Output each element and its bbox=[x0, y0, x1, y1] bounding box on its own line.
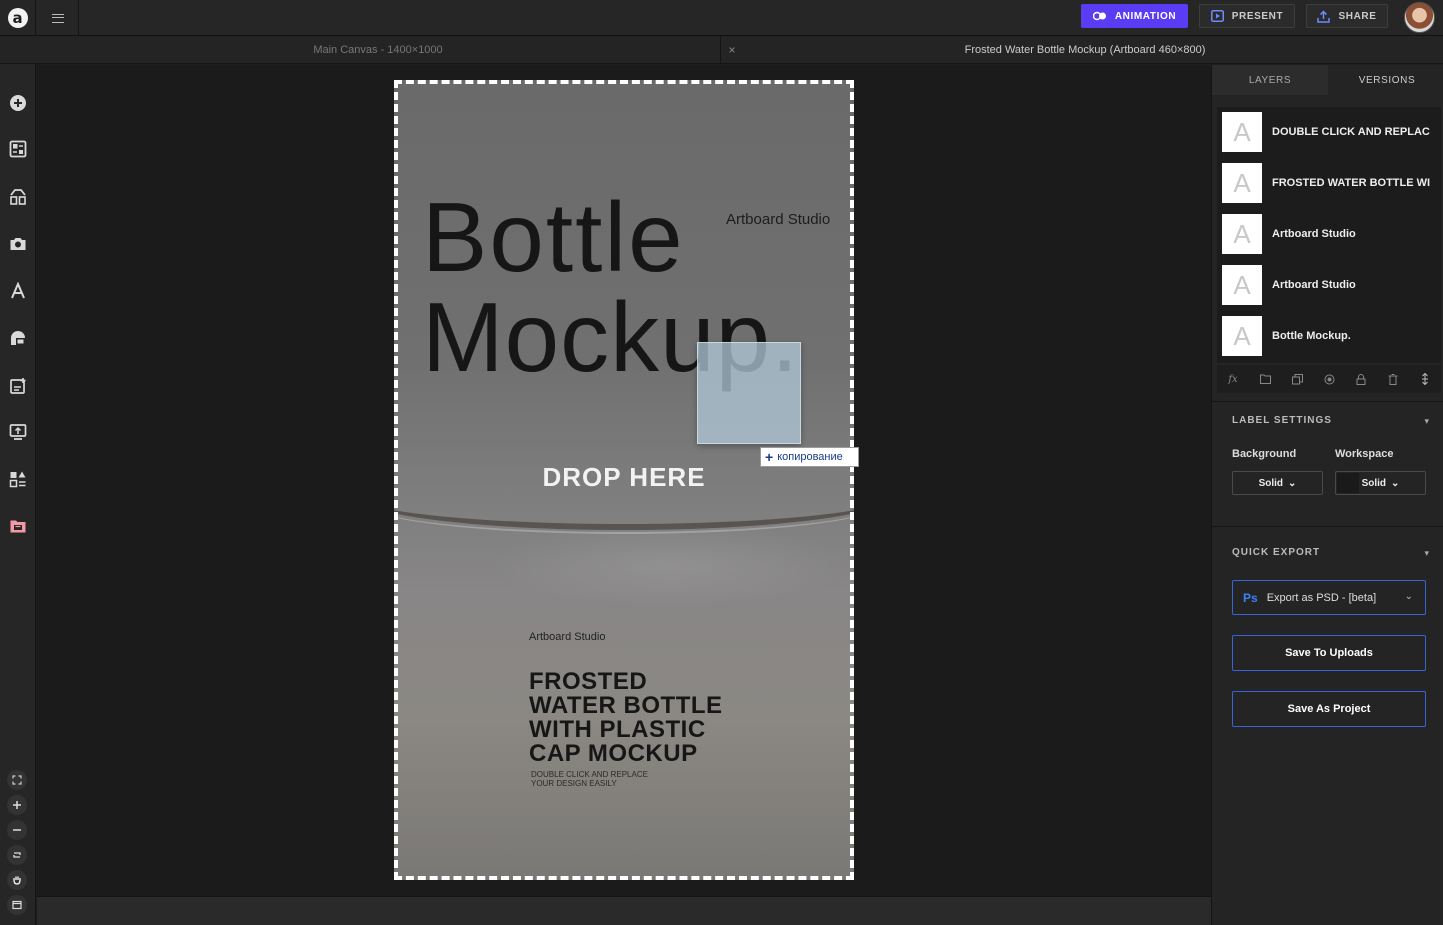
present-button[interactable]: PRESENT bbox=[1199, 4, 1295, 28]
collapse-icon[interactable]: ▾ bbox=[1424, 416, 1429, 427]
save-as-project-button[interactable]: Save As Project bbox=[1232, 691, 1426, 727]
layer-thumbnail: A bbox=[1222, 112, 1262, 152]
text-icon[interactable] bbox=[0, 275, 36, 307]
lock-icon[interactable] bbox=[1354, 372, 1368, 386]
layer-name: DOUBLE CLICK AND REPLAC bbox=[1272, 126, 1430, 138]
canvas-bottom-bar bbox=[37, 896, 1211, 925]
copy-tooltip-label: копирование bbox=[777, 451, 843, 463]
tab-main-canvas[interactable]: Main Canvas - 1400×1000 bbox=[36, 36, 721, 64]
tab-bar: Main Canvas - 1400×1000 × Frosted Water … bbox=[0, 36, 1443, 64]
fit-screen-icon[interactable] bbox=[7, 770, 27, 790]
elements-icon[interactable] bbox=[0, 181, 36, 213]
panel-divider bbox=[1212, 526, 1443, 527]
copy-tooltip: + копирование bbox=[760, 447, 859, 467]
menu-button[interactable] bbox=[37, 0, 79, 36]
share-label: SHARE bbox=[1338, 10, 1377, 22]
layer-item[interactable]: A Artboard Studio bbox=[1222, 214, 1441, 254]
duplicate-icon[interactable] bbox=[1290, 372, 1304, 386]
chevron-down-icon: ⌄ bbox=[1391, 477, 1400, 489]
app-logo[interactable]: a bbox=[0, 0, 36, 36]
plus-icon: + bbox=[765, 449, 774, 465]
templates-icon[interactable] bbox=[0, 133, 36, 165]
fx-icon[interactable]: fx bbox=[1226, 372, 1240, 386]
layer-thumbnail: A bbox=[1222, 316, 1262, 356]
collapse-icon[interactable]: ▾ bbox=[1424, 548, 1429, 559]
share-icon bbox=[1317, 9, 1331, 23]
shapes-icon[interactable] bbox=[0, 322, 36, 354]
layer-item[interactable]: A Artboard Studio bbox=[1222, 265, 1441, 305]
user-avatar[interactable] bbox=[1404, 2, 1435, 33]
layer-thumbnail: A bbox=[1222, 265, 1262, 305]
panel-divider bbox=[1212, 401, 1443, 402]
visibility-icon[interactable] bbox=[1322, 372, 1336, 386]
hamburger-icon bbox=[51, 13, 64, 23]
tab-artboard[interactable]: Frosted Water Bottle Mockup (Artboard 46… bbox=[742, 36, 1428, 64]
present-label: PRESENT bbox=[1231, 10, 1284, 22]
window-icon[interactable] bbox=[7, 895, 27, 915]
hand-icon[interactable] bbox=[7, 870, 27, 890]
add-icon[interactable] bbox=[0, 87, 36, 119]
label-settings-heading: LABEL SETTINGS bbox=[1232, 415, 1332, 426]
present-screen-icon[interactable] bbox=[0, 416, 36, 448]
background-label: Background bbox=[1232, 448, 1297, 460]
present-icon bbox=[1210, 10, 1224, 22]
photoshop-icon: Ps bbox=[1243, 590, 1258, 605]
photo-icon[interactable] bbox=[0, 228, 36, 260]
drop-zone-border[interactable] bbox=[394, 80, 854, 880]
layer-item[interactable]: A DOUBLE CLICK AND REPLAC bbox=[1222, 112, 1441, 152]
close-tab-icon[interactable]: × bbox=[722, 36, 742, 64]
chevron-down-icon: ⌄ bbox=[1288, 477, 1297, 489]
app-window: a ANIMATION PRESENT SHARE Main Canvas - … bbox=[0, 0, 1443, 925]
layout-icon[interactable] bbox=[0, 463, 36, 495]
logo-mark: a bbox=[7, 8, 28, 28]
folder-icon[interactable] bbox=[1258, 372, 1272, 386]
expand-icon[interactable] bbox=[1418, 372, 1432, 386]
animation-icon bbox=[1092, 11, 1106, 21]
export-format-value: Export as PSD - [beta] bbox=[1266, 591, 1377, 604]
save-to-uploads-button[interactable]: Save To Uploads bbox=[1232, 635, 1426, 671]
zoom-in-icon[interactable] bbox=[7, 795, 27, 815]
right-panel: LAYERS VERSIONS A DOUBLE CLICK AND REPLA… bbox=[1211, 65, 1443, 925]
layer-name: FROSTED WATER BOTTLE WI bbox=[1272, 177, 1431, 189]
layer-thumbnail: A bbox=[1222, 214, 1262, 254]
uploads-icon[interactable] bbox=[0, 370, 36, 402]
trash-icon[interactable] bbox=[1386, 372, 1400, 386]
background-value: Solid bbox=[1258, 477, 1284, 489]
animation-label: ANIMATION bbox=[1114, 10, 1177, 22]
animation-button[interactable]: ANIMATION bbox=[1081, 4, 1188, 28]
background-select[interactable]: Solid ⌄ bbox=[1232, 471, 1323, 495]
layer-name: Artboard Studio bbox=[1272, 279, 1356, 291]
layer-item[interactable]: A Bottle Mockup. bbox=[1222, 316, 1441, 356]
zoom-out-icon[interactable] bbox=[7, 820, 27, 840]
quick-export-heading: QUICK EXPORT bbox=[1232, 547, 1321, 558]
layer-name: Bottle Mockup. bbox=[1272, 330, 1351, 342]
left-toolbar bbox=[0, 64, 36, 925]
layers-list: A DOUBLE CLICK AND REPLAC A FROSTED WATE… bbox=[1217, 107, 1441, 363]
background-swatch bbox=[1234, 473, 1256, 493]
workspace-value: Solid bbox=[1361, 477, 1387, 489]
workspace-swatch bbox=[1337, 473, 1359, 493]
layer-name: Artboard Studio bbox=[1272, 228, 1356, 240]
workspace-label: Workspace bbox=[1335, 448, 1394, 460]
share-button[interactable]: SHARE bbox=[1306, 4, 1388, 28]
layer-actions-bar: fx bbox=[1217, 365, 1441, 393]
export-format-select[interactable]: Ps Export as PSD - [beta] ⌄ bbox=[1232, 580, 1426, 615]
projects-icon[interactable] bbox=[0, 510, 36, 542]
top-bar: a ANIMATION PRESENT SHARE bbox=[0, 0, 1443, 36]
layer-item[interactable]: A FROSTED WATER BOTTLE WI bbox=[1222, 163, 1441, 203]
tab-versions[interactable]: VERSIONS bbox=[1329, 65, 1443, 95]
reset-zoom-icon[interactable] bbox=[7, 845, 27, 865]
chevron-down-icon: ⌄ bbox=[1404, 591, 1413, 602]
tab-layers[interactable]: LAYERS bbox=[1212, 65, 1328, 95]
layer-thumbnail: A bbox=[1222, 163, 1262, 203]
workspace-select[interactable]: Solid ⌄ bbox=[1335, 471, 1426, 495]
